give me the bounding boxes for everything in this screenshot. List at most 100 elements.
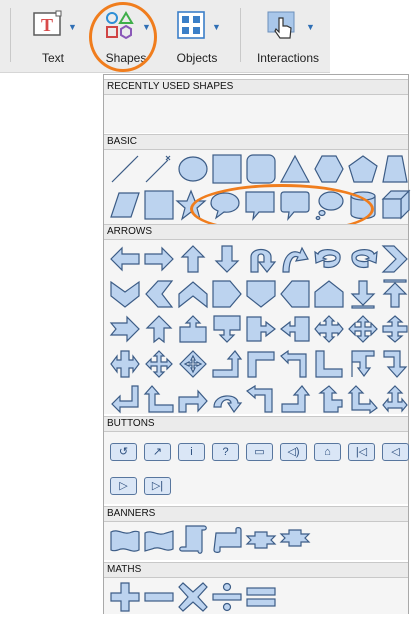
pentagon-arrow-left-icon[interactable] bbox=[280, 280, 310, 308]
horizontal-scroll-icon[interactable] bbox=[212, 527, 242, 553]
triangle-shape-icon[interactable] bbox=[279, 154, 311, 184]
math-shapes-grid bbox=[104, 578, 408, 614]
sound-button-shape[interactable]: ◁) bbox=[280, 443, 307, 461]
section-header-maths: MATHS bbox=[104, 562, 408, 578]
up-down-arrow-callout-icon[interactable] bbox=[382, 315, 408, 343]
objects-icon bbox=[177, 11, 205, 39]
cube-shape-icon[interactable] bbox=[381, 189, 411, 220]
square-shape-icon[interactable] bbox=[144, 190, 174, 220]
back-button-shape[interactable]: ◁ bbox=[382, 443, 409, 461]
interactions-icon bbox=[267, 11, 295, 39]
document-button-shape[interactable]: ↗ bbox=[144, 443, 171, 461]
text-icon: T bbox=[33, 10, 62, 36]
button-shapes-grid: ↺ ↗ i ? ▭ ◁) ⌂ |◁ ◁ ▷ ▷| bbox=[104, 432, 409, 504]
bent-right-down-arrow-icon[interactable] bbox=[280, 385, 311, 413]
chevron-down-shape-icon[interactable] bbox=[110, 280, 140, 308]
banner-shapes-grid bbox=[104, 522, 408, 560]
chevron-down-icon: ▼ bbox=[306, 22, 315, 32]
l-shape-icon[interactable] bbox=[314, 350, 344, 378]
up-arrow-icon[interactable] bbox=[178, 245, 208, 273]
first-button-shape[interactable]: |◁ bbox=[348, 443, 375, 461]
chevron-down-icon: ▼ bbox=[68, 22, 77, 32]
curved-u-arrow-icon[interactable] bbox=[212, 385, 243, 414]
return-left-arrow-icon[interactable] bbox=[110, 385, 140, 414]
bent-left-up-arrow-icon[interactable] bbox=[245, 384, 276, 413]
circular-left-arrow-icon[interactable] bbox=[314, 245, 344, 273]
divide-shape-icon[interactable] bbox=[212, 582, 242, 612]
double-wave-banner-icon[interactable] bbox=[144, 528, 174, 554]
rounded-rectangle-shape-icon[interactable] bbox=[246, 154, 276, 184]
rectangle-shape-icon[interactable] bbox=[212, 154, 242, 184]
svg-text:T: T bbox=[41, 15, 53, 35]
info-button-shape[interactable]: i bbox=[178, 443, 205, 461]
diamond-four-arrow-icon[interactable] bbox=[178, 350, 208, 378]
shapes-highlight-circle bbox=[89, 2, 157, 72]
up-right-arrow-icon[interactable] bbox=[347, 385, 378, 415]
toolbar-divider bbox=[10, 8, 11, 62]
plus-shape-icon[interactable] bbox=[110, 582, 140, 612]
section-header-recent: RECENTLY USED SHAPES bbox=[104, 79, 408, 95]
last-button-shape[interactable]: ▷| bbox=[144, 477, 171, 495]
equal-shape-icon[interactable] bbox=[246, 582, 276, 612]
bent-left-arrow-icon[interactable] bbox=[280, 349, 310, 378]
quad-arrow-icon[interactable] bbox=[348, 315, 378, 343]
turn-right-arrow-icon[interactable] bbox=[178, 385, 208, 413]
wave-banner-icon[interactable] bbox=[110, 528, 140, 554]
parallelogram-shape-icon[interactable] bbox=[110, 190, 140, 220]
help-button-shape[interactable]: ? bbox=[212, 443, 239, 461]
quad-arrow-callout-icon[interactable] bbox=[314, 315, 344, 343]
section-header-arrows: ARROWS bbox=[104, 224, 408, 240]
left-up-arrow-icon[interactable] bbox=[314, 385, 344, 413]
notched-up-arrow-icon[interactable] bbox=[144, 315, 174, 344]
circular-right-arrow-icon[interactable] bbox=[348, 245, 378, 273]
vertical-scroll-icon[interactable] bbox=[178, 525, 208, 555]
line-shape-icon[interactable] bbox=[110, 154, 140, 184]
multiply-shape-icon[interactable] bbox=[178, 582, 208, 612]
replay-button-shape[interactable]: ↺ bbox=[110, 443, 137, 461]
interactions-button[interactable]: ▼ Interactions bbox=[250, 4, 326, 68]
pentagon-shape-icon[interactable] bbox=[348, 154, 378, 184]
move-cross-arrow-icon[interactable] bbox=[144, 350, 174, 378]
minus-shape-icon[interactable] bbox=[144, 582, 174, 612]
up-arrow-callout-icon[interactable] bbox=[178, 315, 208, 343]
pentagon-arrow-down-icon[interactable] bbox=[246, 280, 276, 308]
pentagon-arrow-up-icon[interactable] bbox=[314, 280, 344, 308]
objects-button[interactable]: ▼ Objects bbox=[166, 4, 228, 68]
bent-up-arrow-icon[interactable] bbox=[212, 350, 243, 378]
down-arrow-icon[interactable] bbox=[212, 245, 242, 273]
home-button-shape[interactable]: ⌂ bbox=[314, 443, 341, 461]
up-left-right-arrow-icon[interactable] bbox=[382, 385, 408, 413]
hexagon-shape-icon[interactable] bbox=[314, 154, 344, 184]
chevron-right-arrow-icon[interactable] bbox=[381, 245, 408, 273]
notched-right-arrow-icon[interactable] bbox=[109, 315, 140, 343]
trapezoid-shape-icon[interactable] bbox=[382, 154, 408, 184]
curved-up-arrow-icon[interactable] bbox=[280, 245, 310, 273]
chevron-up-shape-icon[interactable] bbox=[178, 280, 208, 309]
ellipse-shape-icon[interactable] bbox=[178, 154, 208, 184]
right-arrow-callout-icon[interactable] bbox=[246, 315, 276, 343]
right-arrow-icon[interactable] bbox=[144, 245, 174, 273]
chevron-down-icon: ▼ bbox=[212, 22, 221, 32]
section-header-buttons: BUTTONS bbox=[104, 416, 408, 432]
forward-button-shape[interactable]: ▷ bbox=[110, 477, 137, 495]
up-right-bent-arrow-icon[interactable] bbox=[143, 385, 174, 413]
text-button[interactable]: T ▼ Text bbox=[22, 4, 84, 68]
text-button-label: Text bbox=[41, 51, 64, 65]
pentagon-arrow-right-icon[interactable] bbox=[212, 280, 242, 308]
corner-arrow-icon[interactable] bbox=[246, 350, 276, 378]
arrow-down-bar-icon[interactable] bbox=[348, 280, 378, 309]
down-arrow-callout-icon[interactable] bbox=[212, 315, 242, 343]
arrow-up-bar-icon[interactable] bbox=[382, 279, 408, 308]
video-button-shape[interactable]: ▭ bbox=[246, 443, 273, 461]
line-point-shape-icon[interactable] bbox=[144, 154, 174, 184]
objects-button-label: Objects bbox=[176, 51, 218, 65]
left-arrow-icon[interactable] bbox=[110, 245, 140, 273]
ribbon-down-icon[interactable] bbox=[279, 528, 311, 552]
left-arrow-callout-icon[interactable] bbox=[280, 315, 310, 343]
ribbon-up-icon[interactable] bbox=[245, 528, 277, 552]
u-turn-arrow-icon[interactable] bbox=[246, 245, 277, 273]
left-right-arrow-callout-icon[interactable] bbox=[110, 350, 140, 378]
bent-down-left-arrow-icon[interactable] bbox=[348, 350, 378, 378]
chevron-left-shape-icon[interactable] bbox=[144, 280, 174, 308]
bent-down-arrow-icon[interactable] bbox=[382, 350, 408, 378]
